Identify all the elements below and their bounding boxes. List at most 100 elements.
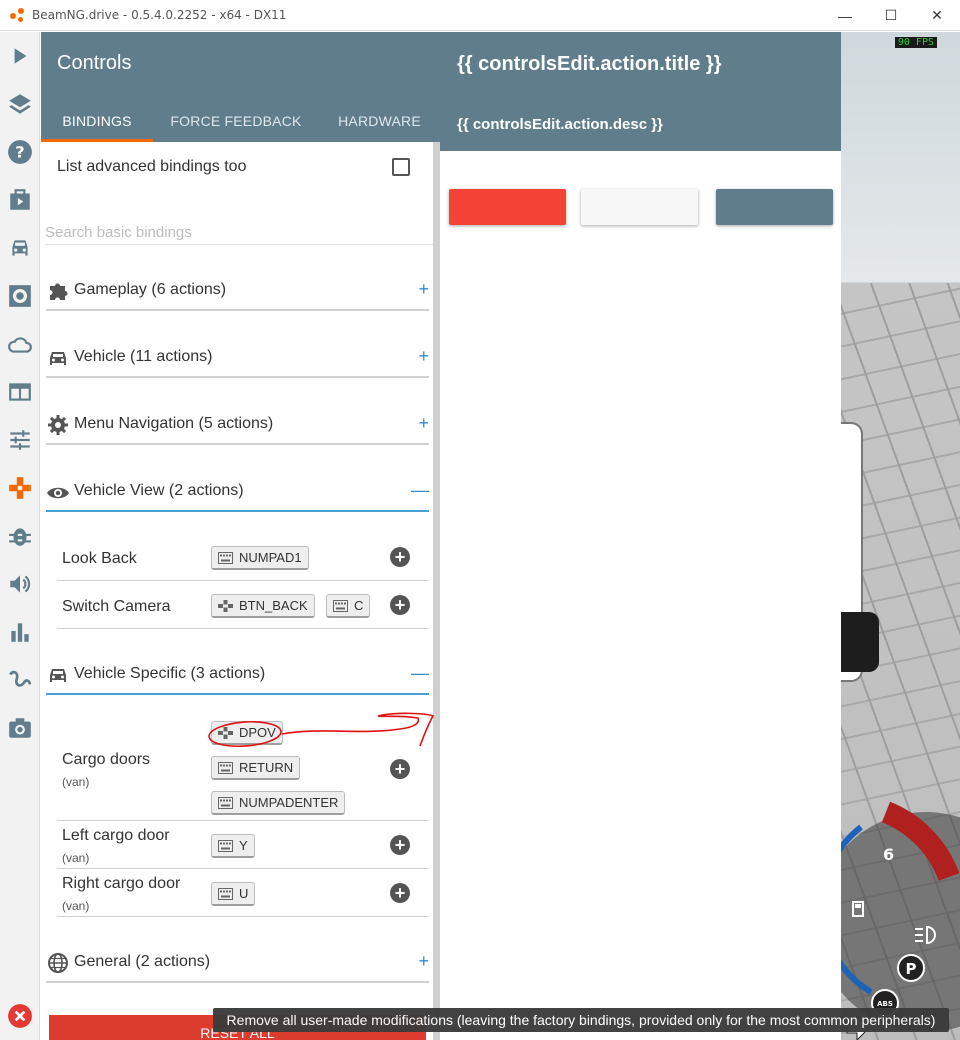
keyboard-icon: [218, 796, 233, 809]
binding-chip[interactable]: Y: [211, 834, 255, 858]
action-left-cargo-door[interactable]: Left cargo door (van) Y +: [57, 821, 428, 869]
action-name: Right cargo door: [62, 875, 181, 892]
category-vehicle[interactable]: Vehicle (11 actions) +: [46, 342, 429, 378]
binding-chip[interactable]: C: [326, 594, 371, 618]
gamepad-icon[interactable]: [0, 468, 40, 508]
add-binding-button[interactable]: +: [390, 759, 410, 779]
play-icon[interactable]: [0, 36, 40, 76]
gamepad-icon: [218, 599, 233, 612]
video-icon[interactable]: [0, 180, 40, 220]
action-name: Look Back: [62, 550, 137, 567]
window-title: BeamNG.drive - 0.5.4.0.2252 - x64 - DX11: [32, 8, 287, 22]
gear-indicator: 6: [883, 845, 894, 864]
binding-label: C: [354, 598, 364, 613]
sliders-icon[interactable]: [0, 420, 40, 460]
abs-label: ABS: [877, 1000, 893, 1008]
category-menu-navigation[interactable]: Menu Navigation (5 actions) +: [46, 409, 429, 445]
action-title: {{ controlsEdit.action.title }}: [457, 53, 722, 75]
bug-icon[interactable]: [0, 516, 40, 556]
action-cargo-doors[interactable]: Cargo doors (van) DPOV RETURN NUMPADENTE…: [57, 717, 428, 821]
dashboard-gauge: 6 P ABS: [841, 801, 960, 1040]
layers-icon[interactable]: [0, 84, 40, 124]
expand-toggle[interactable]: +: [418, 279, 429, 300]
close-button[interactable]: ✕: [914, 0, 960, 31]
search-input[interactable]: [45, 221, 433, 245]
bindings-list: List advanced bindings too Gameplay (6 a…: [41, 142, 433, 1040]
reset-tooltip: Remove all user-made modifications (leav…: [213, 1008, 949, 1032]
action-vehicle: (van): [62, 851, 90, 865]
add-binding-button[interactable]: +: [390, 547, 410, 567]
puzzle-icon: [50, 283, 68, 300]
category-label: Vehicle (11 actions): [74, 348, 213, 365]
help-icon[interactable]: ?: [0, 132, 40, 172]
car-icon: [50, 352, 66, 365]
binding-label: NUMPADENTER: [239, 795, 339, 810]
sound-icon[interactable]: [0, 564, 40, 604]
maximize-button[interactable]: ☐: [868, 0, 914, 31]
gamepad-icon: [218, 726, 233, 739]
action-look-back[interactable]: Look Back NUMPAD1 +: [57, 534, 428, 581]
exit-icon[interactable]: [0, 996, 40, 1036]
action-name: Left cargo door: [62, 827, 170, 844]
advanced-bindings-checkbox[interactable]: [392, 158, 410, 176]
game-viewport: 90 FPS 6 P ABS: [841, 32, 960, 1040]
camera-icon[interactable]: [0, 708, 40, 748]
panel-scrollbar[interactable]: [433, 142, 440, 1040]
binding-chip[interactable]: BTN_BACK: [211, 594, 315, 618]
keyboard-icon: [218, 551, 233, 564]
parking-label: P: [906, 960, 917, 978]
gear-icon: [48, 415, 68, 435]
expand-toggle[interactable]: +: [418, 951, 429, 972]
binding-label: DPOV: [239, 725, 276, 740]
category-label: General (2 actions): [74, 953, 211, 970]
binding-label: BTN_BACK: [239, 598, 308, 613]
keyboard-icon: [218, 839, 233, 852]
add-binding-button[interactable]: +: [390, 595, 410, 615]
settings-icon[interactable]: [0, 276, 40, 316]
collapse-toggle[interactable]: —: [411, 663, 429, 684]
tab-bindings[interactable]: BINDINGS: [41, 100, 153, 142]
binding-chip[interactable]: NUMPADENTER: [211, 791, 346, 815]
delete-binding-button[interactable]: [449, 189, 566, 225]
binding-chip[interactable]: DPOV: [211, 721, 283, 745]
dashboard-icon[interactable]: [0, 372, 40, 412]
add-binding-button[interactable]: +: [390, 835, 410, 855]
keyboard-icon: [218, 887, 233, 900]
side-menu: ?: [0, 32, 40, 1040]
editor-panel: [440, 151, 841, 1040]
category-vehicle-view[interactable]: Vehicle View (2 actions) —: [46, 476, 429, 512]
car-icon[interactable]: [0, 228, 40, 268]
apply-button[interactable]: [716, 189, 833, 225]
binding-chip[interactable]: RETURN: [211, 756, 301, 780]
cancel-button[interactable]: [581, 189, 698, 225]
category-general[interactable]: General (2 actions) +: [46, 947, 429, 983]
collapse-toggle[interactable]: —: [411, 480, 429, 501]
action-name: Cargo doors: [62, 751, 151, 768]
van-wheel: [841, 612, 879, 672]
minimize-button[interactable]: —: [822, 0, 868, 31]
cloud-icon[interactable]: [0, 324, 40, 364]
tab-hardware[interactable]: HARDWARE: [319, 100, 440, 142]
category-vehicle-specific[interactable]: Vehicle Specific (3 actions) —: [46, 659, 429, 695]
add-binding-button[interactable]: +: [390, 883, 410, 903]
route-icon[interactable]: [0, 660, 40, 700]
fps-counter: 90 FPS: [894, 37, 937, 48]
binding-chip[interactable]: U: [211, 882, 256, 906]
expand-toggle[interactable]: +: [418, 413, 429, 434]
tab-force-feedback[interactable]: FORCE FEEDBACK: [153, 100, 319, 142]
action-description: {{ controlsEdit.action.desc }}: [457, 116, 663, 133]
action-switch-camera[interactable]: Switch Camera BTN_BACK C +: [57, 581, 428, 629]
controls-header: Controls BINDINGS FORCE FEEDBACK HARDWAR…: [41, 32, 440, 142]
binding-chip[interactable]: NUMPAD1: [211, 546, 309, 570]
expand-toggle[interactable]: +: [418, 346, 429, 367]
action-right-cargo-door[interactable]: Right cargo door (van) U +: [57, 869, 428, 917]
binding-label: Y: [239, 838, 248, 853]
category-gameplay[interactable]: Gameplay (6 actions) +: [46, 275, 429, 311]
page-title: Controls: [57, 52, 132, 74]
stats-icon[interactable]: [0, 612, 40, 652]
globe-icon: [48, 953, 68, 973]
binding-label: U: [239, 886, 249, 901]
category-label: Gameplay (6 actions): [74, 281, 227, 298]
keyboard-icon: [218, 761, 233, 774]
category-label: Vehicle View (2 actions): [74, 482, 244, 499]
